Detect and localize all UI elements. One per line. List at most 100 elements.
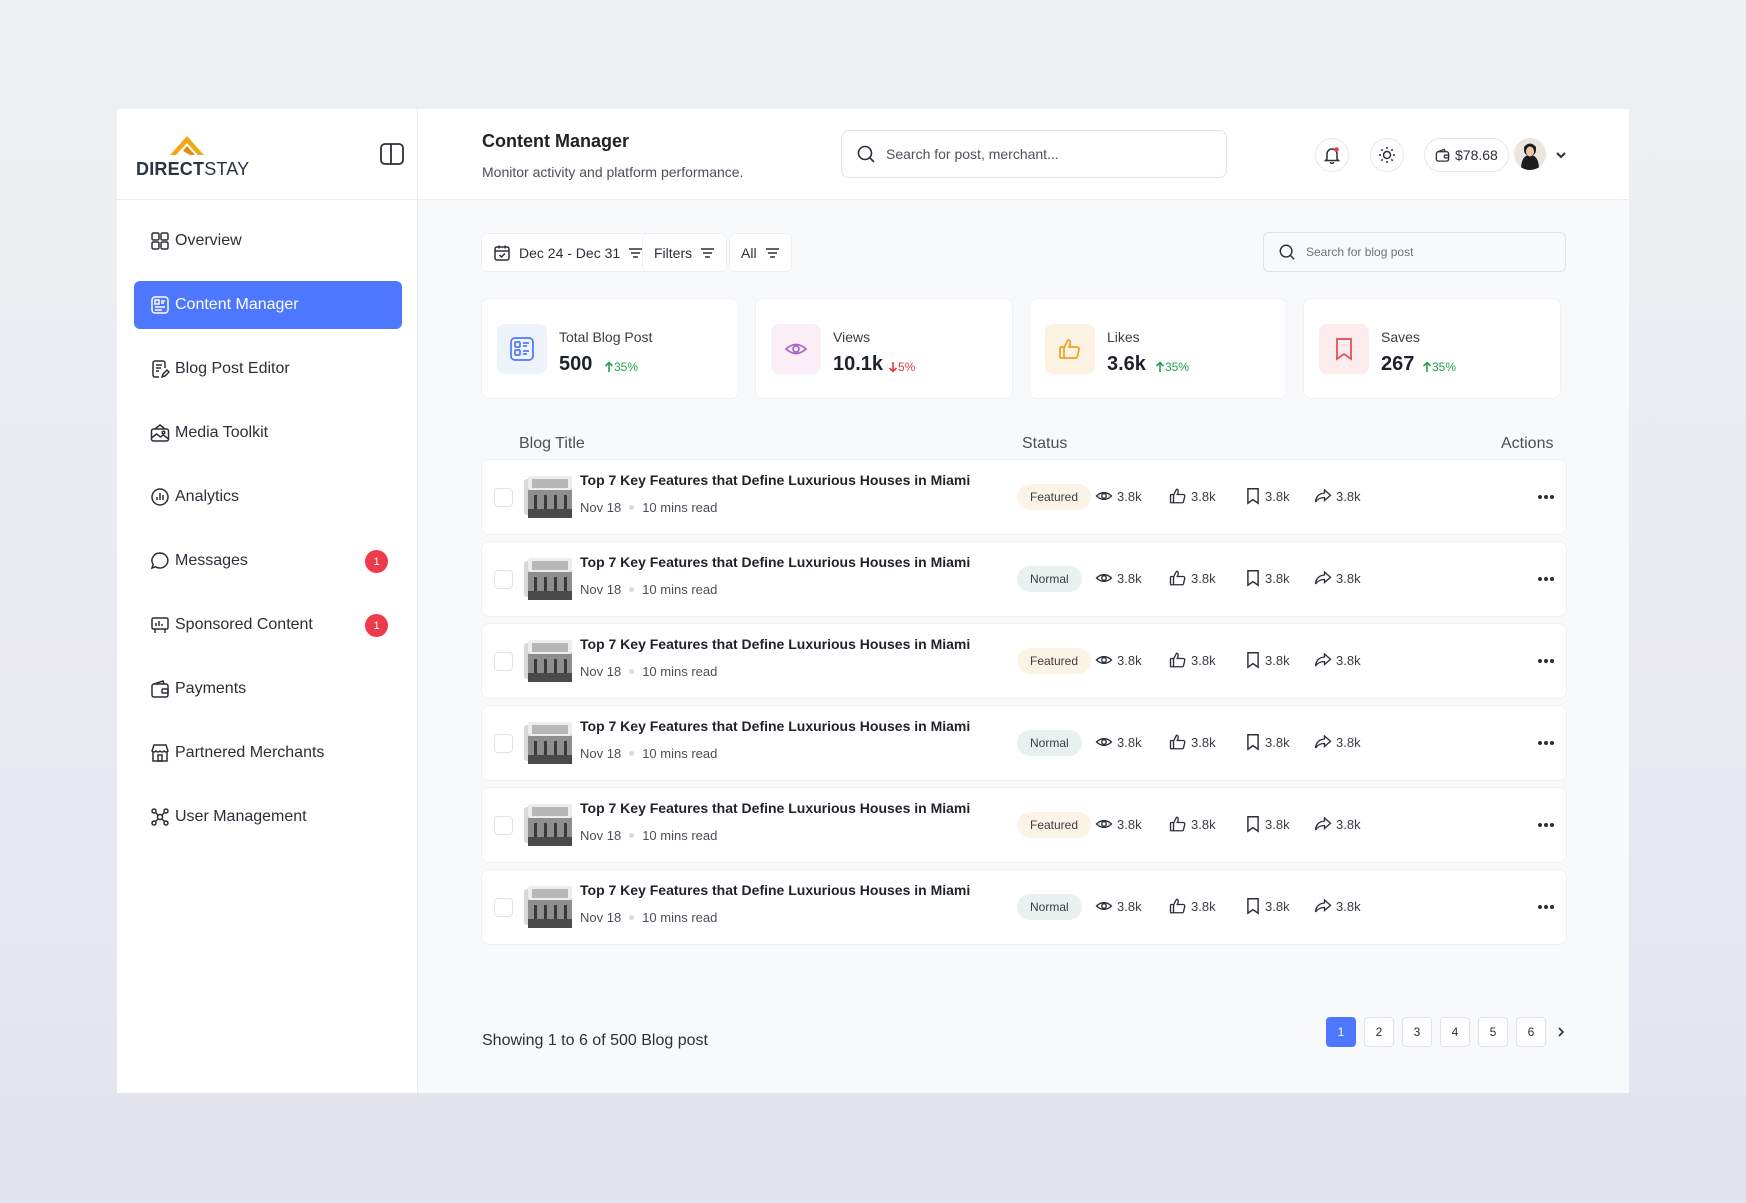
- saves-count: 3.8k: [1265, 898, 1290, 914]
- views-metric[interactable]: 3.8k: [1095, 651, 1142, 669]
- likes-metric[interactable]: 3.8k: [1169, 733, 1216, 751]
- store-icon: [149, 742, 171, 764]
- shares-metric[interactable]: 3.8k: [1314, 569, 1361, 587]
- row-checkbox[interactable]: [494, 816, 513, 835]
- likes-metric[interactable]: 3.8k: [1169, 815, 1216, 833]
- sidebar-toggle-icon[interactable]: [379, 142, 405, 166]
- post-title[interactable]: Top 7 Key Features that Define Luxurious…: [580, 554, 970, 570]
- shares-metric[interactable]: 3.8k: [1314, 897, 1361, 915]
- status-all-filter[interactable]: All: [729, 233, 792, 272]
- sidebar-item-overview[interactable]: Overview: [134, 217, 402, 265]
- views-metric[interactable]: 3.8k: [1095, 897, 1142, 915]
- logo[interactable]: DIRECTSTAY: [136, 131, 250, 183]
- sidebar-item-content-manager[interactable]: Content Manager: [134, 281, 402, 329]
- table-row[interactable]: Top 7 Key Features that Define Luxurious…: [481, 459, 1567, 535]
- post-title[interactable]: Top 7 Key Features that Define Luxurious…: [580, 800, 970, 816]
- blog-search-input[interactable]: [1306, 245, 1556, 259]
- row-checkbox[interactable]: [494, 898, 513, 917]
- saves-metric[interactable]: 3.8k: [1245, 651, 1290, 669]
- bookmark-icon: [1247, 570, 1259, 587]
- page-button-4[interactable]: 4: [1440, 1017, 1470, 1047]
- sidebar-item-sponsored-content[interactable]: Sponsored Content 1: [134, 601, 402, 649]
- post-title[interactable]: Top 7 Key Features that Define Luxurious…: [580, 636, 970, 652]
- likes-metric[interactable]: 3.8k: [1169, 897, 1216, 915]
- page-button-5[interactable]: 5: [1478, 1017, 1508, 1047]
- shares-metric[interactable]: 3.8k: [1314, 651, 1361, 669]
- post-title[interactable]: Top 7 Key Features that Define Luxurious…: [580, 472, 970, 488]
- page-button-6[interactable]: 6: [1516, 1017, 1546, 1047]
- avatar[interactable]: [1514, 138, 1546, 170]
- row-checkbox[interactable]: [494, 734, 513, 753]
- table-row[interactable]: Top 7 Key Features that Define Luxurious…: [481, 623, 1567, 699]
- sidebar-item-user-management[interactable]: User Management: [134, 793, 402, 841]
- more-actions-icon[interactable]: [1534, 813, 1558, 837]
- sidebar-item-media-toolkit[interactable]: Media Toolkit: [134, 409, 402, 457]
- more-actions-icon[interactable]: [1534, 485, 1558, 509]
- views-metric[interactable]: 3.8k: [1095, 487, 1142, 505]
- post-meta: Nov 18 10 mins read: [580, 500, 717, 515]
- post-title[interactable]: Top 7 Key Features that Define Luxurious…: [580, 882, 970, 898]
- sidebar-item-messages[interactable]: Messages 1: [134, 537, 402, 585]
- row-checkbox[interactable]: [494, 488, 513, 507]
- global-search-input[interactable]: [886, 146, 1206, 162]
- table-row[interactable]: Top 7 Key Features that Define Luxurious…: [481, 869, 1567, 945]
- likes-metric[interactable]: 3.8k: [1169, 487, 1216, 505]
- likes-metric[interactable]: 3.8k: [1169, 569, 1216, 587]
- sidebar-item-analytics[interactable]: Analytics: [134, 473, 402, 521]
- row-checkbox[interactable]: [494, 570, 513, 589]
- table-row[interactable]: Top 7 Key Features that Define Luxurious…: [481, 705, 1567, 781]
- eye-icon: [771, 324, 821, 374]
- wallet-balance-button[interactable]: $78.68: [1424, 138, 1509, 172]
- saves-count: 3.8k: [1265, 816, 1290, 832]
- saves-metric[interactable]: 3.8k: [1245, 569, 1290, 587]
- bookmark-icon: [1247, 816, 1259, 833]
- chevron-right-icon[interactable]: [1554, 1025, 1568, 1039]
- theme-toggle-button[interactable]: [1370, 138, 1404, 172]
- more-actions-icon[interactable]: [1534, 567, 1558, 591]
- sidebar-item-blog-post-editor[interactable]: Blog Post Editor: [134, 345, 402, 393]
- sidebar-item-payments[interactable]: Payments: [134, 665, 402, 713]
- shares-metric[interactable]: 3.8k: [1314, 815, 1361, 833]
- views-metric[interactable]: 3.8k: [1095, 815, 1142, 833]
- table-row[interactable]: Top 7 Key Features that Define Luxurious…: [481, 541, 1567, 617]
- chevron-down-icon[interactable]: [1554, 148, 1568, 162]
- thumbs-up-icon: [1169, 898, 1186, 914]
- global-search[interactable]: [841, 130, 1227, 178]
- main-content: Content Manager Monitor activity and pla…: [418, 109, 1629, 1093]
- page-subtitle: Monitor activity and platform performanc…: [482, 164, 744, 180]
- date-range-filter[interactable]: Dec 24 - Dec 31: [481, 233, 656, 272]
- likes-count: 3.8k: [1191, 816, 1216, 832]
- views-metric[interactable]: 3.8k: [1095, 569, 1142, 587]
- more-actions-icon[interactable]: [1534, 895, 1558, 919]
- share-arrow-icon: [1314, 816, 1332, 831]
- more-actions-icon[interactable]: [1534, 731, 1558, 755]
- table-row[interactable]: Top 7 Key Features that Define Luxurious…: [481, 787, 1567, 863]
- brand-wordmark: DIRECTSTAY: [136, 159, 250, 179]
- more-actions-icon[interactable]: [1534, 649, 1558, 673]
- shares-metric[interactable]: 3.8k: [1314, 487, 1361, 505]
- sidebar-item-partnered-merchants[interactable]: Partnered Merchants: [134, 729, 402, 777]
- saves-metric[interactable]: 3.8k: [1245, 815, 1290, 833]
- saves-metric[interactable]: 3.8k: [1245, 733, 1290, 751]
- shares-metric[interactable]: 3.8k: [1314, 733, 1361, 751]
- saves-metric[interactable]: 3.8k: [1245, 487, 1290, 505]
- stat-card-views: Views 10.1k 5%: [755, 298, 1013, 399]
- saves-metric[interactable]: 3.8k: [1245, 897, 1290, 915]
- row-checkbox[interactable]: [494, 652, 513, 671]
- filters-button[interactable]: Filters: [642, 233, 728, 272]
- sidebar-item-label: Partnered Merchants: [175, 744, 325, 761]
- likes-metric[interactable]: 3.8k: [1169, 651, 1216, 669]
- blog-search[interactable]: [1263, 232, 1566, 272]
- page-button-1[interactable]: 1: [1326, 1017, 1356, 1047]
- arrow-up-icon: [604, 361, 614, 372]
- post-title[interactable]: Top 7 Key Features that Define Luxurious…: [580, 718, 970, 734]
- page-button-2[interactable]: 2: [1364, 1017, 1394, 1047]
- arrow-up-icon: [1155, 361, 1165, 372]
- document-list-icon: [497, 324, 547, 374]
- stat-delta: 5%: [888, 360, 915, 374]
- filter-lines-icon: [629, 247, 643, 258]
- views-metric[interactable]: 3.8k: [1095, 733, 1142, 751]
- stat-card-likes: Likes 3.6k 35%: [1029, 298, 1287, 399]
- page-button-3[interactable]: 3: [1402, 1017, 1432, 1047]
- notifications-button[interactable]: [1315, 138, 1349, 172]
